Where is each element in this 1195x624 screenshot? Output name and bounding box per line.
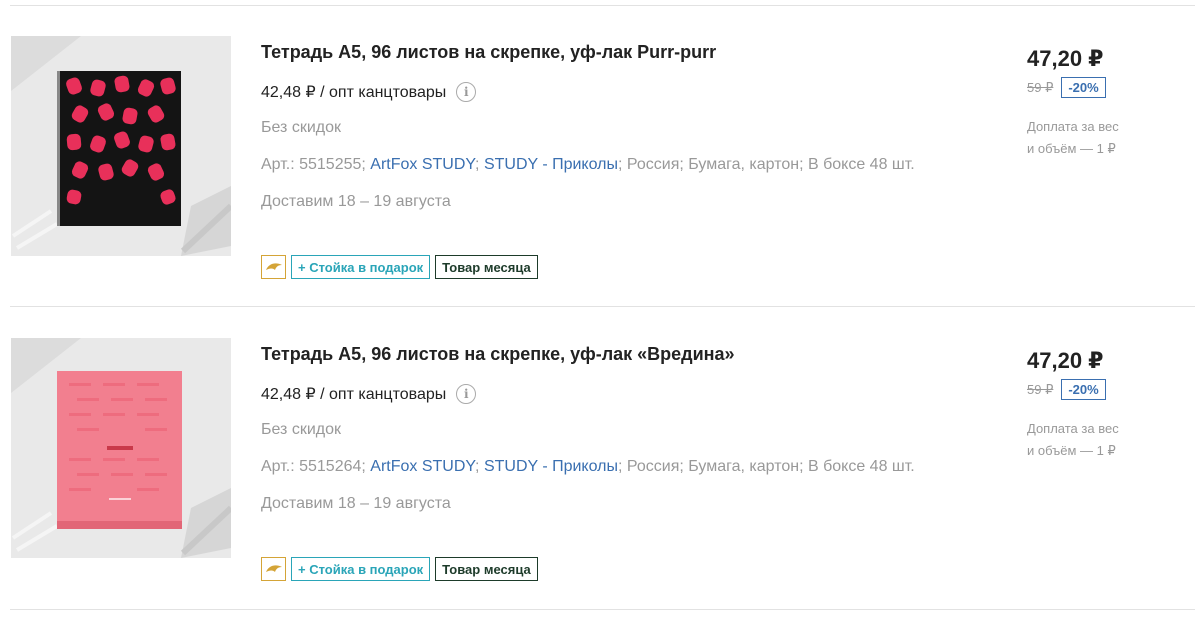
info-icon[interactable]: i	[456, 384, 477, 404]
delivery-date: Доставим 18 – 19 августа	[261, 495, 451, 512]
surcharge-note: Доплата за вес и объём — 1 ₽	[1027, 116, 1177, 160]
brand-link[interactable]: ArtFox STUDY	[370, 458, 475, 475]
no-discount-label: Без скидок	[261, 119, 341, 136]
dolphin-icon[interactable]	[261, 557, 286, 581]
no-discount-label: Без скидок	[261, 421, 341, 438]
product-image[interactable]	[11, 36, 231, 256]
product-meta: Арт.: 5515264; ArtFox STUDY; STUDY - При…	[261, 458, 915, 475]
notebook-photo	[11, 36, 231, 256]
series-link[interactable]: STUDY - Приколы	[484, 458, 618, 475]
gift-badge[interactable]: + Стойка в подарок	[291, 255, 431, 279]
month-badge[interactable]: Товар месяца	[435, 255, 538, 279]
old-price: 59 ₽	[1027, 79, 1054, 95]
surcharge-line: Доплата за вес	[1027, 119, 1119, 134]
product-image[interactable]	[11, 338, 231, 558]
wholesale-price: 42,48 ₽ / опт канцтовары i	[261, 82, 477, 102]
old-price: 59 ₽	[1027, 381, 1054, 397]
month-badge[interactable]: Товар месяца	[435, 557, 538, 581]
delivery-date: Доставим 18 – 19 августа	[261, 193, 451, 210]
product-divider	[10, 306, 1195, 307]
product-card: Тетрадь А5, 96 листов на скрепке, уф-лак…	[0, 308, 1195, 608]
product-title[interactable]: Тетрадь А5, 96 листов на скрепке, уф-лак…	[261, 344, 735, 365]
brand-link[interactable]: ArtFox STUDY	[370, 156, 475, 173]
gift-badge[interactable]: + Стойка в подарок	[291, 557, 431, 581]
surcharge-line: и объём — 1 ₽	[1027, 443, 1116, 458]
badges: + Стойка в подарок Товар месяца	[261, 255, 538, 279]
surcharge-line: и объём — 1 ₽	[1027, 141, 1116, 156]
current-price: 47,20 ₽	[1027, 348, 1104, 373]
surcharge-note: Доплата за вес и объём — 1 ₽	[1027, 418, 1177, 462]
article-number: Арт.: 5515264;	[261, 458, 366, 475]
product-title[interactable]: Тетрадь А5, 96 листов на скрепке, уф-лак…	[261, 42, 716, 63]
old-price-row: 59 ₽ -20%	[1027, 379, 1106, 400]
surcharge-line: Доплата за вес	[1027, 421, 1119, 436]
old-price-row: 59 ₽ -20%	[1027, 77, 1106, 98]
dolphin-icon[interactable]	[261, 255, 286, 279]
series-link[interactable]: STUDY - Приколы	[484, 156, 618, 173]
notebook-photo	[11, 338, 231, 558]
discount-badge: -20%	[1061, 379, 1106, 400]
wholesale-price-text: 42,48 ₽ / опт канцтовары	[261, 84, 447, 101]
badges: + Стойка в подарок Товар месяца	[261, 557, 538, 581]
discount-badge: -20%	[1061, 77, 1106, 98]
meta-details: Россия; Бумага, картон; В боксе 48 шт.	[626, 458, 915, 475]
current-price: 47,20 ₽	[1027, 46, 1104, 71]
product-card: Тетрадь А5, 96 листов на скрепке, уф-лак…	[0, 6, 1195, 306]
wholesale-price-text: 42,48 ₽ / опт канцтовары	[261, 386, 447, 403]
bottom-divider	[10, 609, 1195, 610]
meta-details: Россия; Бумага, картон; В боксе 48 шт.	[626, 156, 915, 173]
article-number: Арт.: 5515255;	[261, 156, 366, 173]
info-icon[interactable]: i	[456, 82, 477, 102]
product-meta: Арт.: 5515255; ArtFox STUDY; STUDY - При…	[261, 156, 915, 173]
wholesale-price: 42,48 ₽ / опт канцтовары i	[261, 384, 477, 404]
